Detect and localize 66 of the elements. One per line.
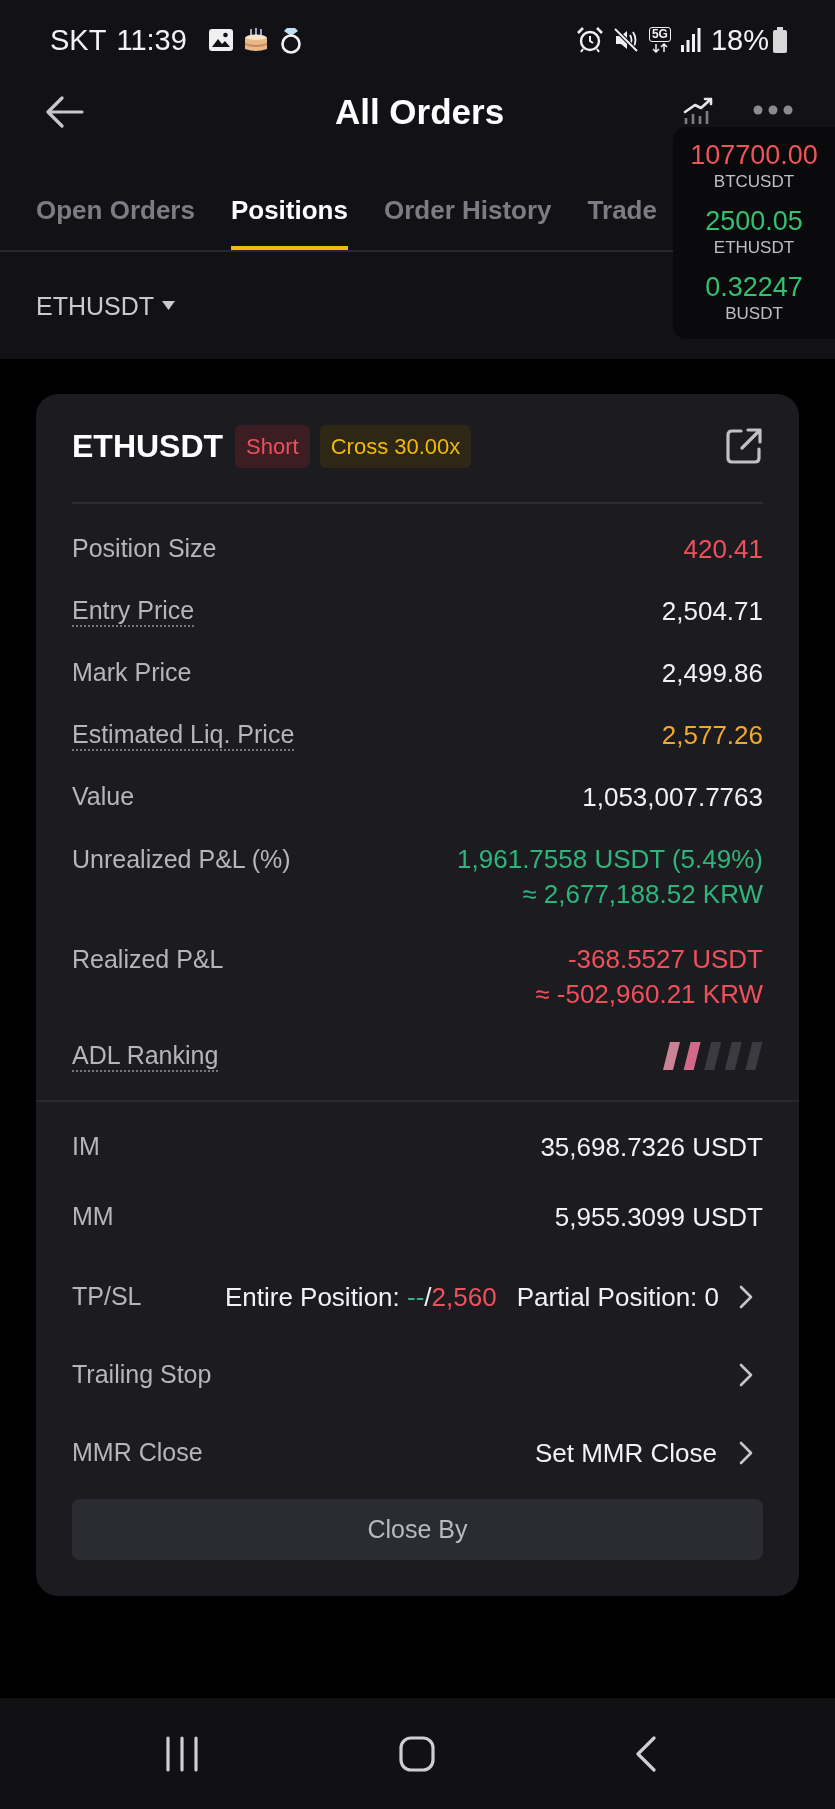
detail-value: ≈ -502,960.21 KRW bbox=[535, 978, 763, 1011]
cake-icon bbox=[242, 27, 269, 53]
detail-value: 2,504.71 bbox=[661, 594, 763, 628]
detail-value: 1,053,007.7763 bbox=[582, 780, 763, 814]
chevron-right-icon[interactable] bbox=[739, 1363, 753, 1387]
back-icon[interactable] bbox=[634, 1735, 657, 1772]
back-arrow-icon[interactable] bbox=[46, 96, 84, 128]
recent-apps-icon[interactable] bbox=[164, 1735, 199, 1772]
image-icon bbox=[208, 29, 233, 51]
detail-label: Value bbox=[72, 781, 135, 812]
battery-percent: 18% bbox=[710, 23, 769, 57]
margin-label: IM bbox=[72, 1131, 100, 1162]
detail-value: 420.41 bbox=[683, 532, 763, 566]
chevron-right-icon[interactable] bbox=[739, 1441, 753, 1465]
battery-icon bbox=[773, 27, 787, 53]
network-type-label: 5G bbox=[648, 27, 671, 42]
margin-label: MM bbox=[72, 1201, 114, 1232]
setting-link[interactable]: Set MMR Close bbox=[534, 1436, 717, 1470]
detail-label: ADL Ranking bbox=[72, 1040, 219, 1072]
margin-mode-badge: Cross 30.00x bbox=[319, 424, 472, 468]
page-title: All Orders bbox=[334, 91, 505, 133]
clock-time: 11:39 bbox=[116, 23, 187, 57]
ticker-symbol: BUSDT bbox=[725, 303, 783, 325]
mute-icon bbox=[612, 27, 639, 53]
setting-label: Trailing Stop bbox=[72, 1359, 212, 1390]
detail-label: Mark Price bbox=[72, 657, 192, 688]
detail-value: ≈ 2,677,188.52 KRW bbox=[522, 878, 763, 911]
ticker-price: 0.32247 bbox=[705, 271, 803, 303]
detail-label: Position Size bbox=[72, 533, 217, 564]
carrier-name: SKT bbox=[50, 23, 107, 57]
detail-value: 2,577.26 bbox=[661, 718, 763, 752]
detail-label: Estimated Liq. Price bbox=[72, 719, 295, 751]
detail-label: Entry Price bbox=[72, 595, 195, 627]
caret-down-icon[interactable] bbox=[162, 301, 176, 310]
external-link-icon[interactable] bbox=[725, 427, 763, 465]
entire-position-text[interactable]: Entire Position: --/2,560 bbox=[224, 1280, 497, 1314]
setting-label: MMR Close bbox=[72, 1437, 203, 1468]
chart-icon[interactable] bbox=[683, 96, 713, 124]
detail-label: Unrealized P&L (%) bbox=[72, 844, 291, 875]
tpsl-label: TP/SL bbox=[72, 1281, 142, 1312]
tab[interactable]: Open Orders bbox=[36, 172, 195, 250]
alarm-icon bbox=[576, 27, 603, 53]
tab[interactable]: Order History bbox=[383, 172, 552, 250]
ring-icon bbox=[278, 26, 303, 54]
side-badge: Short bbox=[235, 424, 310, 468]
chevron-right-icon[interactable] bbox=[739, 1285, 753, 1309]
data-arrows-icon bbox=[651, 43, 668, 53]
margin-value: 35,698.7326 USDT bbox=[540, 1130, 763, 1164]
ticker-symbol: ETHUSDT bbox=[713, 237, 795, 259]
ticker-price: 107700.00 bbox=[690, 139, 818, 171]
ticker-symbol: BTCUSDT bbox=[713, 171, 795, 193]
tab[interactable]: Positions bbox=[230, 172, 348, 250]
signal-icon bbox=[680, 28, 701, 52]
detail-value: 1,961.7558 USDT (5.49%) bbox=[457, 843, 763, 876]
detail-value: -368.5527 USDT bbox=[567, 943, 763, 976]
partial-position-text[interactable]: Partial Position: 0 bbox=[516, 1280, 719, 1314]
more-icon[interactable] bbox=[753, 105, 793, 115]
position-symbol: ETHUSDT bbox=[72, 427, 224, 466]
detail-value: 2,499.86 bbox=[661, 656, 763, 690]
margin-value: 5,955.3099 USDT bbox=[554, 1200, 763, 1234]
detail-label: Realized P&L bbox=[72, 944, 224, 975]
ticker-price: 2500.05 bbox=[705, 205, 803, 237]
close-by-button[interactable]: Close By bbox=[72, 1499, 763, 1560]
tab[interactable]: Trade bbox=[587, 172, 657, 250]
home-icon[interactable] bbox=[398, 1735, 435, 1772]
symbol-filter-button[interactable]: ETHUSDT bbox=[36, 290, 155, 321]
